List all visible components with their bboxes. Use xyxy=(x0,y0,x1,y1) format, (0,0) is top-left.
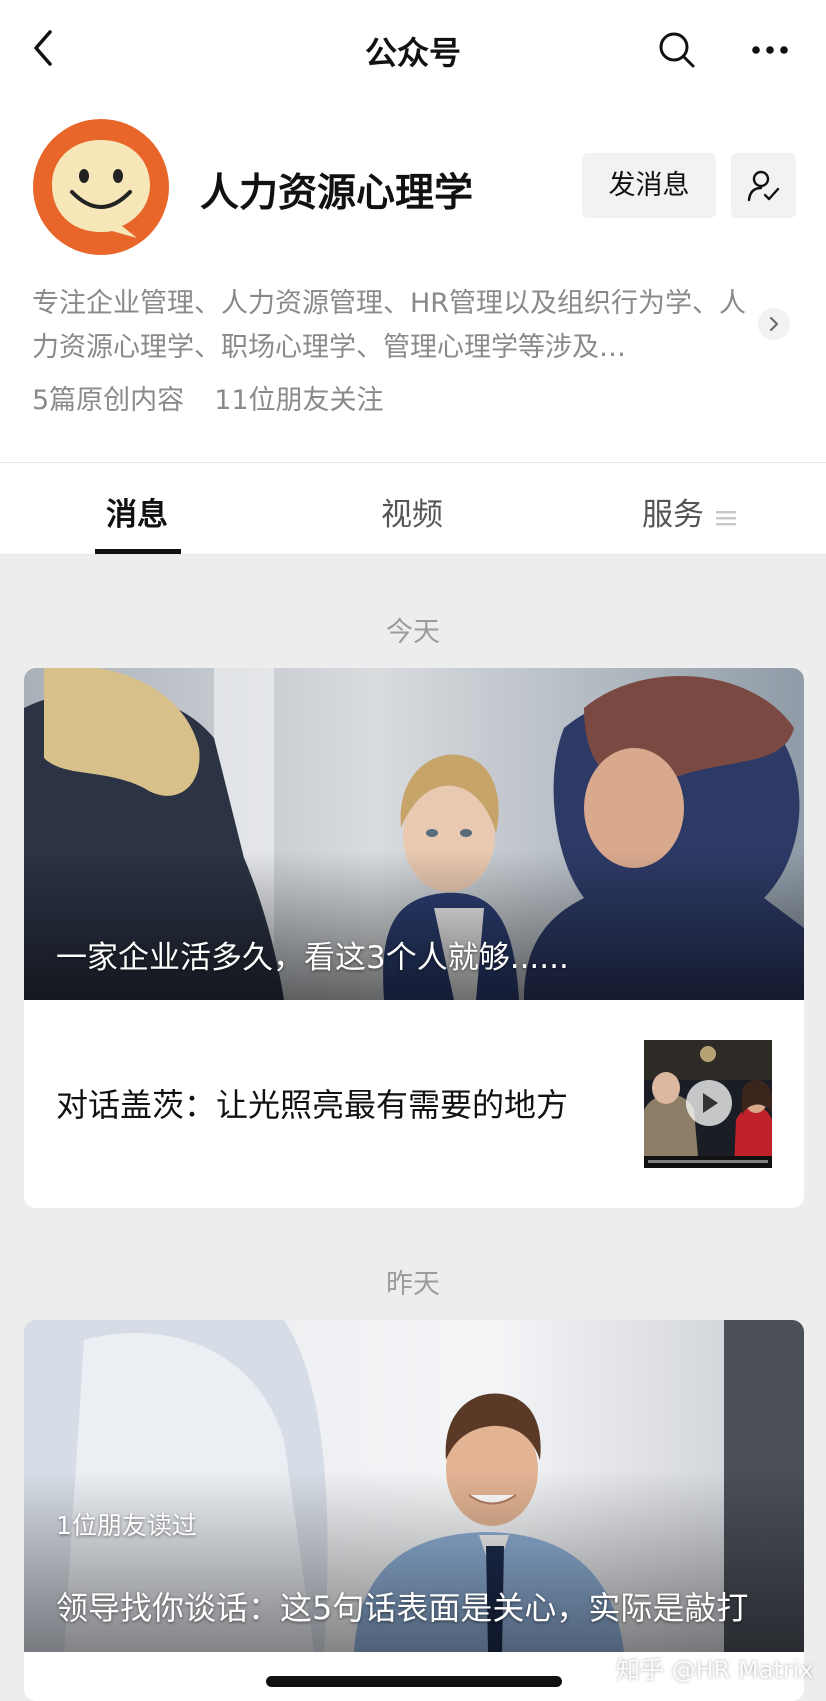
sub-article[interactable]: 对话盖茨：让光照亮最有需要的地方 xyxy=(24,1000,804,1208)
play-icon xyxy=(686,1080,732,1126)
home-indicator[interactable] xyxy=(266,1676,562,1687)
message-card: 一家企业活多久，看这3个人就够...... 对话盖茨：让光照亮最有需要的地方 xyxy=(24,668,804,1208)
account-header: 公众号 人力资源心理学 发消息 专注企业管理、人力资源管理、HR管理以及组织行为… xyxy=(0,0,826,463)
tab-messages[interactable]: 消息 xyxy=(106,489,168,534)
nav-bar: 公众号 xyxy=(0,0,826,100)
message-card: 1位朋友读过 领导找你谈话：这5句话表面是关心，实际是敲打 xyxy=(24,1320,804,1701)
account-stats: 5篇原创内容 11位朋友关注 xyxy=(32,378,384,417)
article-title: 一家企业活多久，看这3个人就够...... xyxy=(56,940,569,976)
watermark: 知乎 @HR Matrix xyxy=(616,1656,814,1684)
sub-article-thumbnail xyxy=(644,1040,772,1168)
friends-following[interactable]: 11位朋友关注 xyxy=(214,385,383,416)
send-message-button[interactable]: 发消息 xyxy=(582,153,716,218)
article-cover[interactable]: 1位朋友读过 领导找你谈话：这5句话表面是关心，实际是敲打 xyxy=(24,1320,804,1652)
active-tab-indicator xyxy=(95,549,181,554)
more-icon[interactable] xyxy=(748,28,792,72)
chevron-right-icon[interactable] xyxy=(758,308,790,340)
menu-icon xyxy=(716,499,736,535)
sub-article-title: 对话盖茨：让光照亮最有需要的地方 xyxy=(56,1086,569,1124)
original-count: 5篇原创内容 xyxy=(32,385,185,416)
page-title: 公众号 xyxy=(364,34,461,72)
user-check-icon xyxy=(747,170,780,202)
friends-read-note: 1位朋友读过 xyxy=(56,1511,197,1540)
date-label-yesterday: 昨天 xyxy=(386,1269,440,1300)
date-label-today: 今天 xyxy=(386,617,440,648)
followed-button[interactable] xyxy=(731,153,796,218)
article-cover[interactable]: 一家企业活多久，看这3个人就够...... xyxy=(24,668,804,1000)
account-name: 人力资源心理学 xyxy=(200,171,474,216)
tab-services[interactable]: 服务 xyxy=(642,489,736,535)
avatar[interactable] xyxy=(32,118,170,256)
tab-video[interactable]: 视频 xyxy=(381,489,443,534)
search-icon[interactable] xyxy=(655,28,699,72)
account-description[interactable]: 专注企业管理、人力资源管理、HR管理以及组织行为学、人力资源心理学、职场心理学、… xyxy=(32,282,747,370)
tab-services-label: 服务 xyxy=(642,497,704,533)
article-title: 领导找你谈话：这5句话表面是关心，实际是敲打 xyxy=(56,1589,749,1627)
tab-bar: 消息 视频 服务 xyxy=(0,463,826,555)
